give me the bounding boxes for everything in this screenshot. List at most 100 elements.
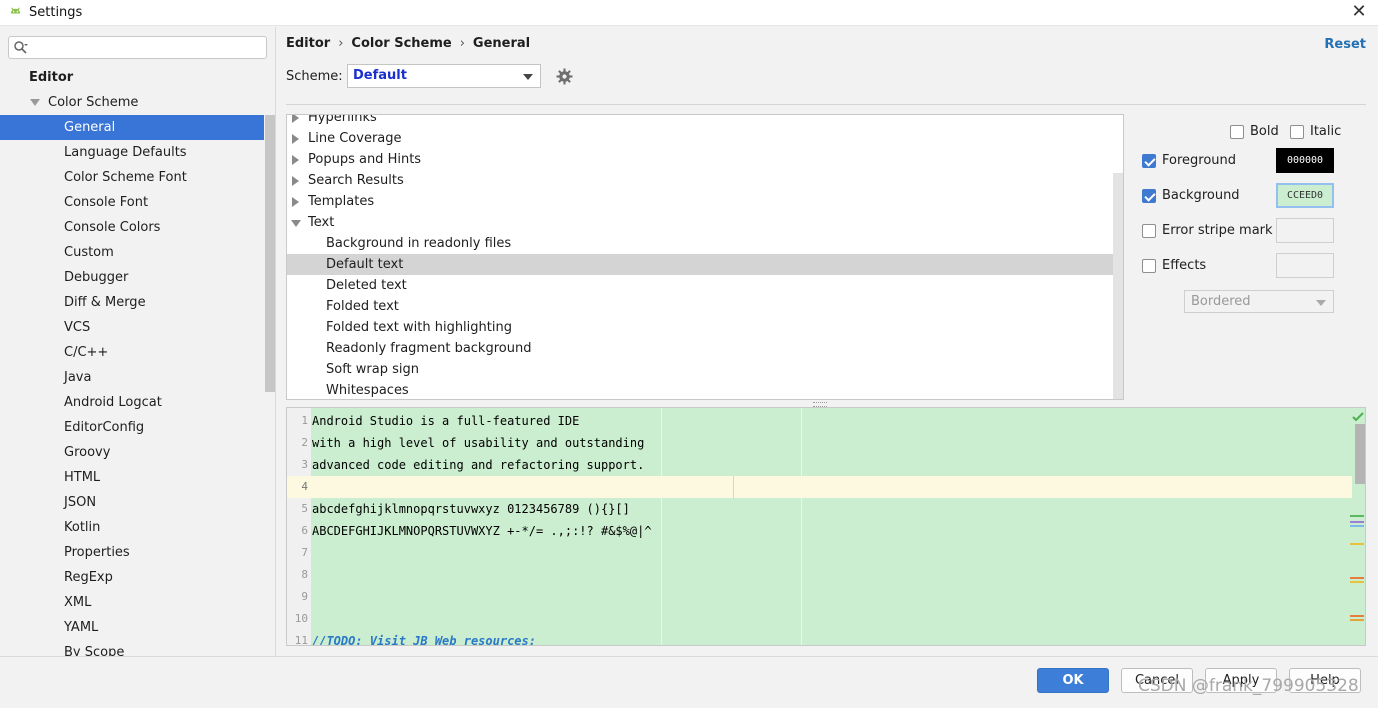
- error-stripe-color-swatch[interactable]: [1276, 218, 1334, 243]
- sidebar-item[interactable]: Properties: [0, 540, 264, 565]
- ok-button[interactable]: OK: [1037, 668, 1109, 693]
- error-stripe-mark[interactable]: [1350, 521, 1364, 523]
- options-tree-item-label: Whitespaces: [326, 383, 409, 398]
- sidebar-item[interactable]: Color Scheme Font: [0, 165, 264, 190]
- settings-search-input[interactable]: [33, 39, 261, 56]
- options-tree-item-label: Popups and Hints: [308, 152, 422, 167]
- scheme-preview-editor[interactable]: 1 Android Studio is a full-featured IDE 2 w…: [286, 407, 1366, 646]
- preview-scrollbar-thumb[interactable]: [1355, 424, 1365, 484]
- code-text: abcdefghijklmnopqrstuvwxyz 0123456789 ()…: [312, 502, 630, 516]
- settings-search-box[interactable]: [8, 36, 267, 59]
- error-stripe-mark[interactable]: [1350, 515, 1364, 517]
- sidebar-item[interactable]: Groovy: [0, 440, 264, 465]
- options-tree-item[interactable]: Default text: [287, 254, 1123, 275]
- breadcrumb-item: Color Scheme: [351, 36, 452, 51]
- line-number: 2: [301, 436, 308, 449]
- foreground-label: Foreground: [1162, 153, 1237, 168]
- sidebar-item[interactable]: Language Defaults: [0, 140, 264, 165]
- gear-icon[interactable]: [556, 68, 573, 85]
- scheme-dropdown-value: Default: [353, 68, 407, 83]
- italic-checkbox[interactable]: [1290, 125, 1304, 139]
- reset-link[interactable]: Reset: [1324, 37, 1366, 52]
- background-checkbox[interactable]: [1142, 189, 1156, 203]
- sidebar-item-label: Properties: [64, 545, 130, 560]
- options-tree-item[interactable]: Readonly fragment background: [287, 338, 1123, 359]
- options-tree-item[interactable]: Text: [287, 212, 1123, 233]
- error-stripe-mark[interactable]: [1350, 543, 1364, 545]
- collapse-arrow-icon[interactable]: [291, 220, 301, 227]
- options-tree-item[interactable]: Soft wrap sign: [287, 359, 1123, 380]
- sidebar-item[interactable]: RegExp: [0, 565, 264, 590]
- sidebar-item[interactable]: Kotlin: [0, 515, 264, 540]
- breadcrumb: Editor › Color Scheme › General: [286, 36, 530, 51]
- options-tree-item-label: Hyperlinks: [308, 114, 377, 125]
- expand-arrow-icon[interactable]: [292, 197, 299, 207]
- sidebar-item[interactable]: XML: [0, 590, 264, 615]
- error-stripe-mark[interactable]: [1350, 615, 1364, 617]
- effects-color-swatch[interactable]: [1276, 253, 1334, 278]
- options-tree-item[interactable]: Deleted text: [287, 275, 1123, 296]
- sidebar-item[interactable]: Console Colors: [0, 215, 264, 240]
- sidebar-item[interactable]: YAML: [0, 615, 264, 640]
- options-tree-item[interactable]: Folded text with highlighting: [287, 317, 1123, 338]
- breadcrumb-item: Editor: [286, 36, 331, 51]
- sidebar-item[interactable]: Java: [0, 365, 264, 390]
- sidebar-item[interactable]: HTML: [0, 465, 264, 490]
- sidebar-item[interactable]: EditorConfig: [0, 415, 264, 440]
- options-tree-item[interactable]: Whitespaces: [287, 380, 1123, 399]
- expand-arrow-icon[interactable]: [30, 99, 40, 106]
- error-stripe-checkbox[interactable]: [1142, 224, 1156, 238]
- options-tree-item[interactable]: Popups and Hints: [287, 149, 1123, 170]
- sidebar-item[interactable]: Diff & Merge: [0, 290, 264, 315]
- options-tree-item[interactable]: Folded text: [287, 296, 1123, 317]
- settings-tree: Editor Color Scheme General Language Defaul…: [0, 65, 264, 656]
- sidebar-item[interactable]: Color Scheme: [0, 90, 264, 115]
- sidebar-item[interactable]: Android Logcat: [0, 390, 264, 415]
- options-tree-item[interactable]: Line Coverage: [287, 128, 1123, 149]
- sidebar-item[interactable]: Debugger: [0, 265, 264, 290]
- sidebar-item[interactable]: General: [0, 115, 264, 140]
- title-bar: Settings ✕: [0, 0, 1378, 26]
- code-text: ABCDEFGHIJKLMNOPQRSTUVWXYZ +-*/= .,;:!? …: [312, 524, 652, 538]
- sidebar-item[interactable]: Editor: [0, 65, 264, 90]
- options-tree-item-label: Default text: [326, 257, 404, 272]
- bold-checkbox[interactable]: [1230, 125, 1244, 139]
- sidebar-item[interactable]: VCS: [0, 315, 264, 340]
- error-stripe-mark[interactable]: [1350, 619, 1364, 621]
- sidebar-item-label: Groovy: [64, 445, 111, 460]
- expand-arrow-icon[interactable]: [292, 155, 299, 165]
- effects-type-dropdown[interactable]: Bordered: [1184, 290, 1334, 313]
- foreground-checkbox[interactable]: [1142, 154, 1156, 168]
- options-tree-item-label: Readonly fragment background: [326, 341, 532, 356]
- sidebar-item[interactable]: Custom: [0, 240, 264, 265]
- search-icon[interactable]: [13, 40, 29, 56]
- line-number: 11: [294, 634, 308, 646]
- settings-sidebar: Editor Color Scheme General Language Defaul…: [0, 27, 276, 656]
- expand-arrow-icon[interactable]: [292, 134, 299, 144]
- options-tree-item[interactable]: Background in readonly files: [287, 233, 1123, 254]
- options-tree-item-label: Deleted text: [326, 278, 407, 293]
- close-icon[interactable]: ✕: [1350, 2, 1368, 22]
- code-text: advanced code editing and refactoring su…: [312, 458, 645, 472]
- sidebar-scrollbar-thumb[interactable]: [265, 115, 275, 392]
- sidebar-item[interactable]: By Scope: [0, 640, 264, 656]
- error-stripe-mark[interactable]: [1350, 581, 1364, 583]
- scheme-dropdown[interactable]: Default: [347, 64, 541, 88]
- sidebar-item[interactable]: Console Font: [0, 190, 264, 215]
- options-tree-item[interactable]: Templates: [287, 191, 1123, 212]
- divider: [286, 104, 1366, 105]
- foreground-color-swatch[interactable]: 000000: [1276, 148, 1334, 173]
- error-stripe-mark[interactable]: [1350, 525, 1364, 527]
- expand-arrow-icon[interactable]: [292, 176, 299, 186]
- background-color-swatch[interactable]: CCEED0: [1276, 183, 1334, 208]
- sidebar-item[interactable]: JSON: [0, 490, 264, 515]
- sidebar-item-label: Console Font: [64, 195, 149, 210]
- sidebar-item[interactable]: C/C++: [0, 340, 264, 365]
- error-stripe-mark[interactable]: [1350, 577, 1364, 579]
- sidebar-item-label: C/C++: [64, 345, 109, 360]
- options-scrollbar[interactable]: [1113, 173, 1123, 399]
- expand-arrow-icon[interactable]: [292, 115, 299, 123]
- effects-checkbox[interactable]: [1142, 259, 1156, 273]
- options-tree-item[interactable]: Hyperlinks: [287, 114, 1123, 128]
- options-tree-item[interactable]: Search Results: [287, 170, 1123, 191]
